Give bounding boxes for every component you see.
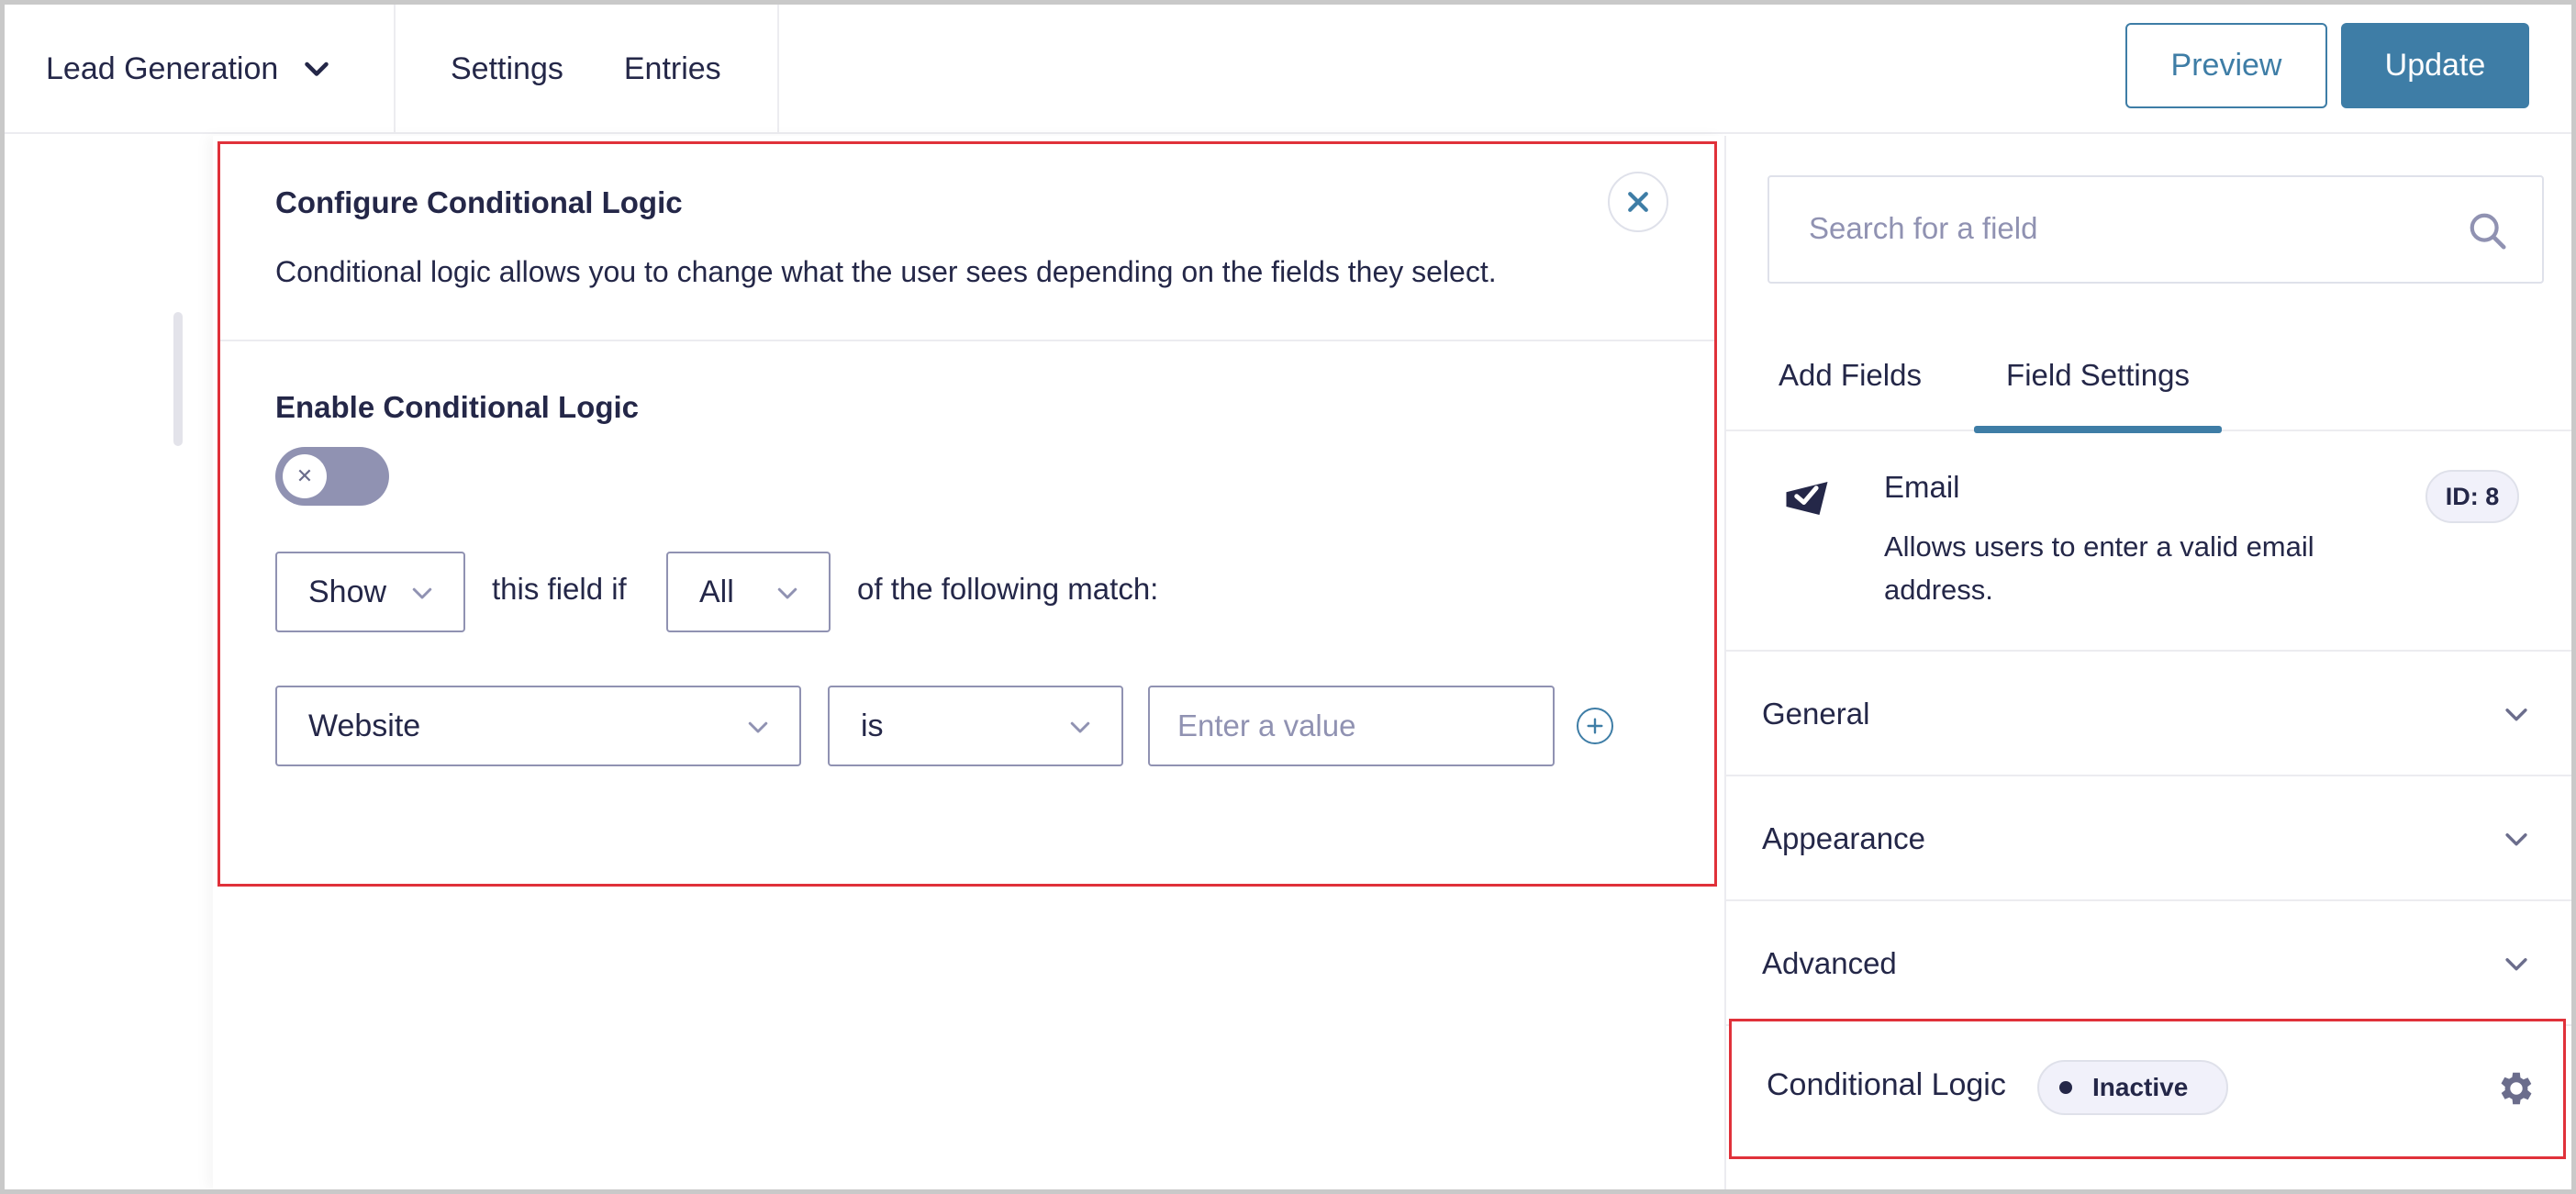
- status-badge: Inactive: [2037, 1060, 2228, 1115]
- form-switcher[interactable]: Lead Generation: [5, 5, 396, 134]
- rule-field-select-value: Website: [308, 708, 421, 743]
- top-bar: Lead Generation Settings Entries Preview…: [0, 0, 2576, 134]
- close-flyout-button[interactable]: [1608, 172, 1668, 232]
- this-field-if-text: this field if: [492, 572, 627, 606]
- sidebar-tabs: Add Fields Field Settings: [1726, 319, 2573, 433]
- rule-field-select[interactable]: Website: [275, 686, 801, 766]
- rule-value-input[interactable]: [1148, 686, 1555, 766]
- chevron-down-icon: [777, 587, 797, 599]
- section-advanced-label: Advanced: [1762, 946, 1897, 980]
- flyout-header: Configure Conditional Logic Conditional …: [220, 144, 1714, 341]
- chevron-down-icon: [2505, 833, 2527, 846]
- tab-field-settings[interactable]: Field Settings: [1974, 319, 2222, 433]
- section-advanced[interactable]: Advanced: [1726, 903, 2573, 1026]
- update-button[interactable]: Update: [2341, 23, 2529, 108]
- logic-type-select-value: All: [699, 574, 734, 609]
- preview-button[interactable]: Preview: [2125, 23, 2327, 108]
- section-general-label: General: [1762, 697, 1870, 731]
- status-badge-text: Inactive: [2092, 1073, 2189, 1101]
- logic-type-select[interactable]: All: [666, 552, 831, 632]
- field-id-badge: ID: 8: [2425, 470, 2519, 523]
- action-select-value: Show: [308, 574, 387, 609]
- status-dot: [2059, 1081, 2072, 1094]
- nav-entries-link[interactable]: Entries: [624, 51, 721, 87]
- form-name: Lead Generation: [46, 51, 279, 86]
- tab-add-fields[interactable]: Add Fields: [1726, 319, 1974, 431]
- chevron-down-icon: [412, 587, 432, 599]
- add-rule-button[interactable]: [1577, 708, 1613, 744]
- plus-icon: [1587, 718, 1603, 734]
- chevron-down-icon: [748, 721, 768, 733]
- action-select[interactable]: Show: [275, 552, 465, 632]
- flyout-description: Conditional logic allows you to change w…: [275, 255, 1497, 288]
- field-description: Allows users to enter a valid email addr…: [1884, 530, 2314, 606]
- enable-conditional-logic-toggle[interactable]: ✕: [275, 447, 389, 506]
- search-icon[interactable]: [2467, 210, 2509, 252]
- chevron-down-icon: [2505, 958, 2527, 971]
- field-search-input[interactable]: [1769, 177, 2412, 280]
- x-icon: ✕: [296, 464, 314, 487]
- scrollbar-handle[interactable]: [173, 312, 183, 446]
- following-match-text: of the following match:: [857, 572, 1159, 606]
- form-nav: Settings Entries: [396, 5, 779, 134]
- field-search: [1768, 175, 2544, 284]
- nav-settings-link[interactable]: Settings: [451, 51, 563, 87]
- field-name: Email: [1884, 470, 1960, 504]
- gear-icon[interactable]: [2495, 1067, 2537, 1110]
- selected-field-info: Email Allows users to enter a valid emai…: [1726, 433, 2573, 652]
- conditional-logic-flyout: Configure Conditional Logic Conditional …: [217, 141, 1717, 887]
- close-icon: [1628, 192, 1648, 212]
- rule-operator-select-value: is: [861, 708, 884, 743]
- section-appearance-label: Appearance: [1762, 821, 1925, 855]
- conditional-logic-panel[interactable]: Conditional Logic Inactive: [1729, 1019, 2566, 1159]
- chevron-down-icon: [1070, 721, 1090, 733]
- conditional-logic-label: Conditional Logic: [1767, 1067, 2006, 1102]
- section-appearance[interactable]: Appearance: [1726, 778, 2573, 901]
- section-general[interactable]: General: [1726, 653, 2573, 776]
- rule-operator-select[interactable]: is: [828, 686, 1123, 766]
- envelope-check-icon: [1786, 482, 1828, 515]
- enable-conditional-logic-label: Enable Conditional Logic: [275, 390, 639, 424]
- toggle-knob: ✕: [283, 454, 327, 498]
- flyout-title: Configure Conditional Logic: [275, 185, 683, 219]
- chevron-down-icon: [305, 61, 329, 76]
- chevron-down-icon: [2505, 709, 2527, 721]
